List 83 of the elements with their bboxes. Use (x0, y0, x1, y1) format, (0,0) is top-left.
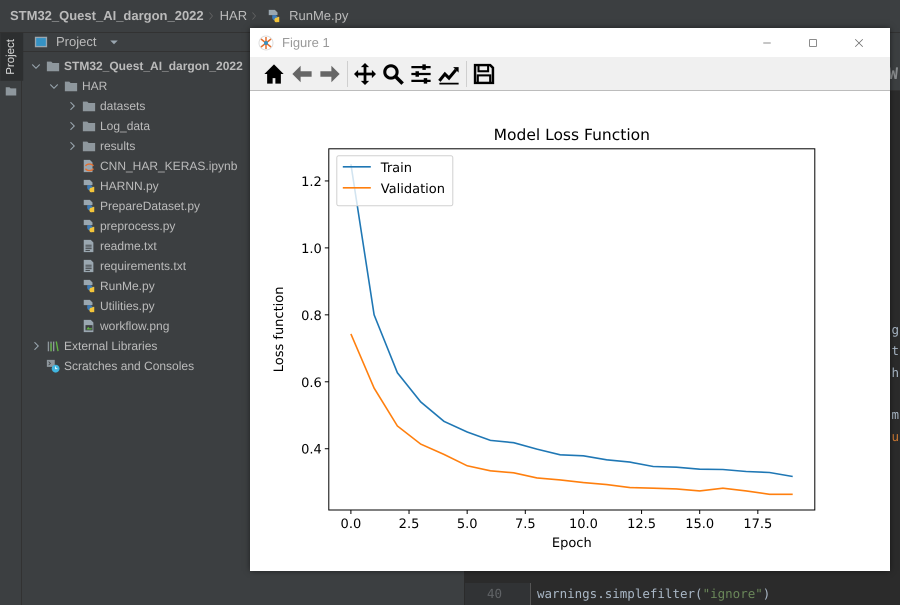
folder-icon (82, 99, 96, 113)
code-text: "ignore" (702, 586, 763, 601)
breadcrumb-item[interactable]: STM32_Quest_AI_dargon_2022 (10, 6, 204, 26)
y-axis-label: Loss function (272, 286, 287, 372)
code-text: ) (762, 586, 770, 601)
tree-item[interactable]: Log_data (100, 117, 150, 135)
tick-label: 0.0 (340, 517, 362, 532)
folder-icon (82, 139, 96, 153)
tick-mark (324, 180, 330, 182)
tree-item[interactable]: requirements.txt (100, 257, 186, 275)
tree-item[interactable]: PrepareDataset.py (100, 197, 200, 215)
tree-item[interactable]: HAR (82, 77, 108, 95)
tick-label: 1.0 (301, 242, 322, 257)
legend-label: Train (380, 160, 412, 176)
tick-mark (324, 448, 330, 450)
image-file-icon (82, 319, 96, 333)
code-text: g (891, 321, 900, 339)
app-logo-icon (258, 34, 274, 50)
code-text: m (891, 406, 900, 424)
tick-mark (350, 510, 352, 514)
tick-label: 1.2 (301, 174, 322, 190)
text-file-icon (82, 259, 96, 273)
tick-mark (641, 510, 642, 514)
breadcrumb-item[interactable]: HAR (220, 6, 248, 26)
tick-label: 5.0 (456, 517, 478, 532)
tick-label: 15.0 (685, 517, 714, 532)
tree-item[interactable]: readme.txt (100, 237, 157, 255)
panel-icon (34, 35, 48, 49)
tree-item[interactable]: results (100, 137, 136, 155)
window-title: Figure 1 (282, 34, 330, 52)
scratches-icon (46, 359, 60, 373)
tick-mark (324, 247, 330, 248)
panel-title: Project (56, 33, 96, 52)
close-icon (853, 37, 865, 50)
code-text: t (891, 342, 900, 360)
legend-label: Validation (380, 182, 445, 197)
tick-label: 12.5 (627, 517, 656, 532)
code-text: u (891, 428, 900, 446)
python-file-icon (267, 9, 282, 23)
x-axis-label: Epoch (552, 536, 592, 551)
libraries-icon (46, 339, 60, 353)
tick-mark (582, 510, 584, 514)
tick-mark (699, 510, 700, 514)
tree-item[interactable]: Scratches and Consoles (64, 357, 194, 375)
tick-mark (466, 510, 468, 514)
notebook-file-icon (82, 159, 96, 173)
folder-icon (5, 85, 17, 98)
side-tab[interactable]: Project (0, 33, 24, 81)
folder-icon (64, 79, 78, 93)
tree-item[interactable]: STM32_Quest_AI_dargon_2022 (64, 57, 243, 75)
tick-label: 7.5 (514, 517, 536, 532)
code-text: h (891, 364, 900, 382)
tree-item[interactable]: preprocess.py (100, 217, 176, 235)
breadcrumb-item[interactable]: RunMe.py (289, 6, 348, 26)
tick-label: 0.8 (301, 308, 322, 324)
tick-label: 0.6 (301, 376, 322, 391)
python-file-icon (82, 299, 96, 313)
chart-title: Model Loss Function (494, 126, 650, 144)
tree-item[interactable]: RunMe.py (100, 277, 155, 295)
tick-mark (324, 381, 330, 382)
tree-item[interactable]: HARNN.py (100, 177, 159, 195)
tree-item[interactable]: External Libraries (64, 337, 158, 355)
tree-item[interactable]: workflow.png (100, 317, 170, 335)
python-file-icon (82, 179, 96, 193)
tick-label: 17.5 (743, 517, 772, 532)
tree-item[interactable]: datasets (100, 97, 146, 115)
tick-label: 2.5 (398, 517, 420, 532)
python-file-icon (82, 199, 96, 213)
python-file-icon (82, 219, 96, 233)
tick-mark (324, 314, 330, 316)
tick-mark (408, 510, 410, 514)
tick-label: 0.4 (301, 442, 322, 458)
text-file-icon (82, 239, 96, 253)
tree-item[interactable]: CNN_HAR_KERAS.ipynb (100, 157, 238, 175)
tick-mark (757, 510, 758, 514)
tick-label: 10.0 (568, 517, 598, 532)
tree-item[interactable]: Utilities.py (100, 297, 155, 315)
tick-mark (524, 510, 526, 514)
maximize-icon (807, 37, 819, 50)
folder-icon (82, 119, 96, 133)
code-text: warnings.simplefilter( (537, 586, 703, 601)
python-file-icon (82, 279, 96, 293)
folder-icon (46, 59, 60, 73)
